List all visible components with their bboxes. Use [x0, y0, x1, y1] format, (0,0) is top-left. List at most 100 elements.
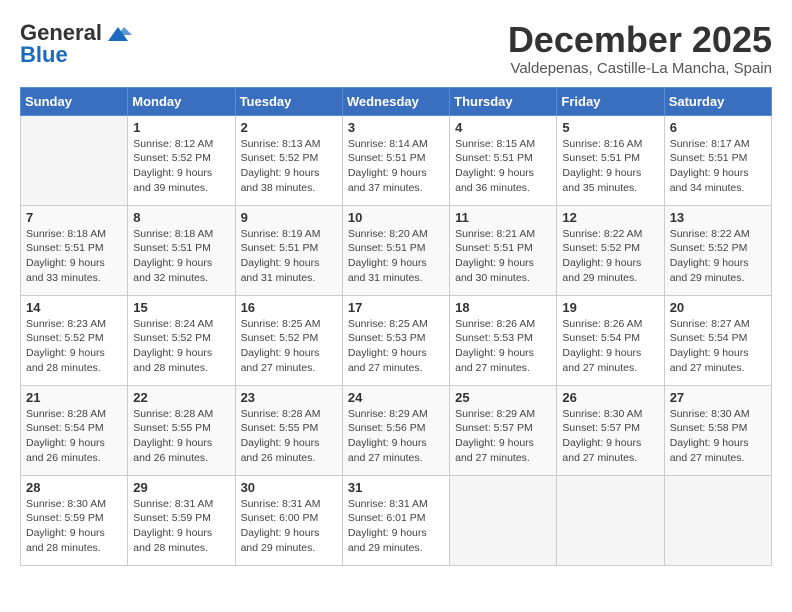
day-detail: Sunrise: 8:20 AMSunset: 5:51 PMDaylight:… [348, 227, 444, 286]
day-detail: Sunrise: 8:18 AMSunset: 5:51 PMDaylight:… [26, 227, 122, 286]
calendar-cell: 6 Sunrise: 8:17 AMSunset: 5:51 PMDayligh… [664, 115, 771, 205]
day-detail: Sunrise: 8:16 AMSunset: 5:51 PMDaylight:… [562, 137, 658, 196]
calendar-cell: 20 Sunrise: 8:27 AMSunset: 5:54 PMDaylig… [664, 295, 771, 385]
calendar-cell: 25 Sunrise: 8:29 AMSunset: 5:57 PMDaylig… [450, 385, 557, 475]
day-detail: Sunrise: 8:29 AMSunset: 5:56 PMDaylight:… [348, 407, 444, 466]
calendar-cell: 19 Sunrise: 8:26 AMSunset: 5:54 PMDaylig… [557, 295, 664, 385]
day-number: 1 [133, 120, 229, 135]
logo-icon [104, 25, 132, 43]
day-detail: Sunrise: 8:12 AMSunset: 5:52 PMDaylight:… [133, 137, 229, 196]
calendar-week-row: 7 Sunrise: 8:18 AMSunset: 5:51 PMDayligh… [21, 205, 772, 295]
logo: General Blue [20, 20, 132, 68]
day-number: 5 [562, 120, 658, 135]
day-number: 3 [348, 120, 444, 135]
day-number: 4 [455, 120, 551, 135]
calendar-cell: 23 Sunrise: 8:28 AMSunset: 5:55 PMDaylig… [235, 385, 342, 475]
day-number: 6 [670, 120, 766, 135]
day-number: 18 [455, 300, 551, 315]
calendar-cell: 29 Sunrise: 8:31 AMSunset: 5:59 PMDaylig… [128, 475, 235, 565]
header-cell-saturday: Saturday [664, 87, 771, 115]
day-detail: Sunrise: 8:24 AMSunset: 5:52 PMDaylight:… [133, 317, 229, 376]
day-number: 30 [241, 480, 337, 495]
day-number: 24 [348, 390, 444, 405]
location-title: Valdepenas, Castille-La Mancha, Spain [508, 60, 772, 77]
calendar-cell [557, 475, 664, 565]
calendar-cell: 30 Sunrise: 8:31 AMSunset: 6:00 PMDaylig… [235, 475, 342, 565]
calendar-cell: 5 Sunrise: 8:16 AMSunset: 5:51 PMDayligh… [557, 115, 664, 205]
header-cell-wednesday: Wednesday [342, 87, 449, 115]
header-cell-monday: Monday [128, 87, 235, 115]
calendar-header-row: SundayMondayTuesdayWednesdayThursdayFrid… [21, 87, 772, 115]
calendar-cell: 12 Sunrise: 8:22 AMSunset: 5:52 PMDaylig… [557, 205, 664, 295]
calendar-cell: 10 Sunrise: 8:20 AMSunset: 5:51 PMDaylig… [342, 205, 449, 295]
header-cell-sunday: Sunday [21, 87, 128, 115]
day-number: 25 [455, 390, 551, 405]
day-detail: Sunrise: 8:30 AMSunset: 5:57 PMDaylight:… [562, 407, 658, 466]
day-detail: Sunrise: 8:28 AMSunset: 5:54 PMDaylight:… [26, 407, 122, 466]
day-number: 26 [562, 390, 658, 405]
day-number: 31 [348, 480, 444, 495]
day-number: 14 [26, 300, 122, 315]
calendar-cell: 22 Sunrise: 8:28 AMSunset: 5:55 PMDaylig… [128, 385, 235, 475]
header: General Blue December 2025 Valdepenas, C… [20, 20, 772, 77]
day-detail: Sunrise: 8:23 AMSunset: 5:52 PMDaylight:… [26, 317, 122, 376]
day-number: 13 [670, 210, 766, 225]
calendar-table: SundayMondayTuesdayWednesdayThursdayFrid… [20, 87, 772, 566]
calendar-cell [450, 475, 557, 565]
calendar-week-row: 21 Sunrise: 8:28 AMSunset: 5:54 PMDaylig… [21, 385, 772, 475]
calendar-body: 1 Sunrise: 8:12 AMSunset: 5:52 PMDayligh… [21, 115, 772, 565]
day-number: 19 [562, 300, 658, 315]
day-number: 22 [133, 390, 229, 405]
day-detail: Sunrise: 8:18 AMSunset: 5:51 PMDaylight:… [133, 227, 229, 286]
day-number: 23 [241, 390, 337, 405]
day-detail: Sunrise: 8:30 AMSunset: 5:59 PMDaylight:… [26, 497, 122, 556]
day-number: 10 [348, 210, 444, 225]
calendar-cell: 15 Sunrise: 8:24 AMSunset: 5:52 PMDaylig… [128, 295, 235, 385]
day-detail: Sunrise: 8:31 AMSunset: 6:00 PMDaylight:… [241, 497, 337, 556]
calendar-week-row: 28 Sunrise: 8:30 AMSunset: 5:59 PMDaylig… [21, 475, 772, 565]
calendar-cell: 26 Sunrise: 8:30 AMSunset: 5:57 PMDaylig… [557, 385, 664, 475]
day-number: 2 [241, 120, 337, 135]
day-detail: Sunrise: 8:26 AMSunset: 5:53 PMDaylight:… [455, 317, 551, 376]
day-detail: Sunrise: 8:28 AMSunset: 5:55 PMDaylight:… [133, 407, 229, 466]
day-number: 29 [133, 480, 229, 495]
day-detail: Sunrise: 8:22 AMSunset: 5:52 PMDaylight:… [562, 227, 658, 286]
day-detail: Sunrise: 8:14 AMSunset: 5:51 PMDaylight:… [348, 137, 444, 196]
calendar-cell [664, 475, 771, 565]
title-section: December 2025 Valdepenas, Castille-La Ma… [508, 20, 772, 77]
header-cell-friday: Friday [557, 87, 664, 115]
day-number: 21 [26, 390, 122, 405]
day-number: 28 [26, 480, 122, 495]
calendar-cell: 16 Sunrise: 8:25 AMSunset: 5:52 PMDaylig… [235, 295, 342, 385]
day-detail: Sunrise: 8:15 AMSunset: 5:51 PMDaylight:… [455, 137, 551, 196]
day-detail: Sunrise: 8:27 AMSunset: 5:54 PMDaylight:… [670, 317, 766, 376]
calendar-cell: 3 Sunrise: 8:14 AMSunset: 5:51 PMDayligh… [342, 115, 449, 205]
calendar-cell: 4 Sunrise: 8:15 AMSunset: 5:51 PMDayligh… [450, 115, 557, 205]
day-number: 16 [241, 300, 337, 315]
day-number: 27 [670, 390, 766, 405]
header-cell-tuesday: Tuesday [235, 87, 342, 115]
day-detail: Sunrise: 8:19 AMSunset: 5:51 PMDaylight:… [241, 227, 337, 286]
day-detail: Sunrise: 8:25 AMSunset: 5:53 PMDaylight:… [348, 317, 444, 376]
day-detail: Sunrise: 8:31 AMSunset: 6:01 PMDaylight:… [348, 497, 444, 556]
day-number: 7 [26, 210, 122, 225]
day-detail: Sunrise: 8:26 AMSunset: 5:54 PMDaylight:… [562, 317, 658, 376]
day-detail: Sunrise: 8:31 AMSunset: 5:59 PMDaylight:… [133, 497, 229, 556]
calendar-cell: 28 Sunrise: 8:30 AMSunset: 5:59 PMDaylig… [21, 475, 128, 565]
day-number: 17 [348, 300, 444, 315]
day-number: 9 [241, 210, 337, 225]
day-number: 11 [455, 210, 551, 225]
calendar-cell: 8 Sunrise: 8:18 AMSunset: 5:51 PMDayligh… [128, 205, 235, 295]
calendar-cell: 17 Sunrise: 8:25 AMSunset: 5:53 PMDaylig… [342, 295, 449, 385]
calendar-cell: 11 Sunrise: 8:21 AMSunset: 5:51 PMDaylig… [450, 205, 557, 295]
day-number: 15 [133, 300, 229, 315]
calendar-cell: 24 Sunrise: 8:29 AMSunset: 5:56 PMDaylig… [342, 385, 449, 475]
day-number: 8 [133, 210, 229, 225]
day-detail: Sunrise: 8:13 AMSunset: 5:52 PMDaylight:… [241, 137, 337, 196]
day-detail: Sunrise: 8:25 AMSunset: 5:52 PMDaylight:… [241, 317, 337, 376]
day-detail: Sunrise: 8:22 AMSunset: 5:52 PMDaylight:… [670, 227, 766, 286]
logo-blue: Blue [20, 42, 68, 68]
day-detail: Sunrise: 8:21 AMSunset: 5:51 PMDaylight:… [455, 227, 551, 286]
calendar-cell [21, 115, 128, 205]
calendar-cell: 2 Sunrise: 8:13 AMSunset: 5:52 PMDayligh… [235, 115, 342, 205]
